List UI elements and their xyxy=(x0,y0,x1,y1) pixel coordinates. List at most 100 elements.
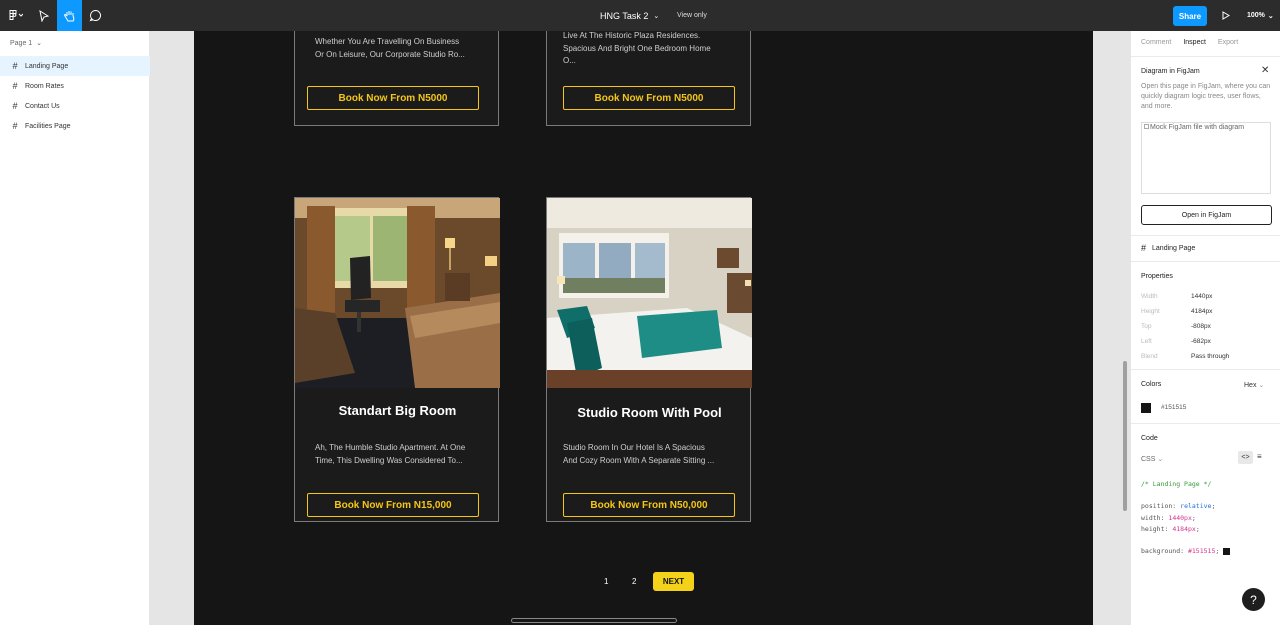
color-swatch xyxy=(1223,547,1231,555)
desc-line: Spacious And Bright One Bedroom Home xyxy=(563,43,711,53)
code-comment-text: /* Landing Page */ xyxy=(1141,480,1212,488)
code-val: 1440px xyxy=(1168,514,1192,522)
room-card: Whether You Are Travelling On Business O… xyxy=(294,31,499,126)
chevron-down-icon: ⌄ xyxy=(36,40,43,47)
book-now-button[interactable]: Book Now From N5000 xyxy=(563,86,735,110)
color-value[interactable]: #151515 xyxy=(1161,404,1186,411)
main-menu-button[interactable] xyxy=(4,0,28,31)
prop-height-key: Height xyxy=(1141,308,1160,315)
prop-left-value: -682px xyxy=(1191,338,1211,345)
prop-blend-value: Pass through xyxy=(1191,353,1230,360)
tab-comment[interactable]: Comment xyxy=(1141,39,1171,46)
code-val: #151515 xyxy=(1187,547,1216,555)
view-mode-label: View only xyxy=(677,12,707,19)
book-now-button[interactable]: Book Now From N15,000 xyxy=(307,493,479,517)
room-photo xyxy=(295,198,500,388)
next-button[interactable]: NEXT xyxy=(653,572,694,591)
divider xyxy=(1131,56,1280,57)
code-val: 4184px xyxy=(1172,525,1196,533)
layer-label: Landing Page xyxy=(25,62,69,70)
chevron-down-icon: ⌄ xyxy=(653,12,660,20)
code-prop: position: xyxy=(1141,502,1177,510)
card-description: Whether You Are Travelling On Business O… xyxy=(315,36,465,61)
chevron-down-icon: ⌄ xyxy=(1258,382,1265,389)
layer-label: Facilities Page xyxy=(25,122,71,130)
code-language-label: CSS xyxy=(1141,456,1156,463)
prop-top-key: Top xyxy=(1141,323,1152,330)
page-1-link[interactable]: 1 xyxy=(604,577,608,586)
open-in-figjam-button[interactable]: Open in FigJam xyxy=(1141,205,1272,225)
layers-panel: Page 1 ⌄ # Landing Page # Room Rates # C… xyxy=(0,31,150,625)
comment-icon xyxy=(89,9,101,22)
code-val: relative xyxy=(1180,502,1212,510)
prop-width-value: 1440px xyxy=(1191,293,1213,300)
room-card-standart-big-room: Standart Big Room Ah, The Humble Studio … xyxy=(294,197,500,522)
figjam-preview-image: Mock FigJam file with diagram xyxy=(1141,122,1271,194)
page-selector[interactable]: Page 1 ⌄ xyxy=(10,39,42,47)
layer-label: Contact Us xyxy=(25,102,60,110)
move-tool-button[interactable] xyxy=(33,0,55,31)
code-line: background: #151515; xyxy=(1141,547,1231,555)
layer-facilities-page[interactable]: # Facilities Page xyxy=(0,116,150,136)
frame-icon: # xyxy=(12,61,18,71)
chevron-down-icon: ⌄ xyxy=(1267,12,1274,20)
properties-heading: Properties xyxy=(1141,273,1173,280)
tab-export[interactable]: Export xyxy=(1218,39,1238,46)
studio-room-image xyxy=(547,198,752,388)
card-title: Studio Room With Pool xyxy=(577,405,722,420)
divider xyxy=(1131,369,1280,370)
close-icon[interactable]: ✕ xyxy=(1261,65,1269,76)
zoom-level: 100% xyxy=(1247,12,1265,19)
comment-tool-button[interactable] xyxy=(85,0,105,31)
zoom-menu[interactable]: 100% ⌄ xyxy=(1247,0,1274,31)
code-prop: height: xyxy=(1141,525,1169,533)
code-prop: background: xyxy=(1141,547,1185,555)
file-name[interactable]: HNG Task 2 ⌄ xyxy=(600,0,659,31)
color-swatch[interactable] xyxy=(1141,403,1151,413)
book-now-button[interactable]: Book Now From N5000 xyxy=(307,86,479,110)
code-language-select[interactable]: CSS ⌄ xyxy=(1141,455,1163,463)
desc-line: Live At The Historic Plaza Residences. xyxy=(563,31,701,40)
code-view-icon[interactable]: <> xyxy=(1238,451,1253,464)
page-selector-label: Page 1 xyxy=(10,40,33,47)
present-button[interactable] xyxy=(1218,0,1234,31)
chevron-down-icon: ⌄ xyxy=(1157,456,1164,463)
toolbar: HNG Task 2 ⌄ View only Share 100% ⌄ xyxy=(0,0,1280,31)
help-button[interactable]: ? xyxy=(1242,588,1265,611)
divider xyxy=(1131,423,1280,424)
broken-image-icon xyxy=(1144,124,1149,129)
figma-logo-icon xyxy=(9,9,23,20)
code-line: position: relative; xyxy=(1141,502,1216,510)
page-2-link[interactable]: 2 xyxy=(632,577,636,586)
play-icon xyxy=(1222,11,1230,20)
prop-top-value: -808px xyxy=(1191,323,1211,330)
canvas[interactable]: Whether You Are Travelling On Business O… xyxy=(150,31,1130,625)
layer-contact-us[interactable]: # Contact Us xyxy=(0,96,150,116)
frame-icon: # xyxy=(12,81,18,91)
card-title: Standart Big Room xyxy=(338,403,457,418)
room-photo xyxy=(547,198,752,388)
list-view-icon[interactable]: ≡ xyxy=(1257,452,1262,461)
prop-width-key: Width xyxy=(1141,293,1158,300)
landing-page-frame: Whether You Are Travelling On Business O… xyxy=(194,31,1093,625)
book-now-button[interactable]: Book Now From N50,000 xyxy=(563,493,735,517)
figjam-title: Diagram in FigJam xyxy=(1141,68,1200,75)
room-card: Live At The Historic Plaza Residences. S… xyxy=(546,31,751,126)
prop-blend-key: Blend xyxy=(1141,353,1158,360)
vertical-scrollbar[interactable] xyxy=(1123,361,1127,511)
cursor-icon xyxy=(39,9,50,22)
color-format-select[interactable]: Hex ⌄ xyxy=(1244,381,1264,389)
desc-line: Whether You Are Travelling On Business xyxy=(315,37,460,46)
room-card-studio-room-with-pool: Studio Room With Pool Studio Room In Our… xyxy=(546,197,752,522)
hand-tool-button[interactable] xyxy=(57,0,82,31)
panel-tabs: Comment Inspect Export xyxy=(1141,39,1238,46)
card-description: Live At The Historic Plaza Residences. S… xyxy=(563,31,711,68)
figjam-description: Open this page in FigJam, where you can … xyxy=(1141,83,1271,110)
tab-inspect[interactable]: Inspect xyxy=(1183,39,1206,46)
share-button[interactable]: Share xyxy=(1173,6,1207,26)
horizontal-scrollbar[interactable] xyxy=(511,618,677,623)
layer-room-rates[interactable]: # Room Rates xyxy=(0,76,150,96)
layer-landing-page[interactable]: # Landing Page xyxy=(0,56,150,76)
card-description: Ah, The Humble Studio Apartment. At One … xyxy=(315,442,465,467)
prop-height-value: 4184px xyxy=(1191,308,1213,315)
